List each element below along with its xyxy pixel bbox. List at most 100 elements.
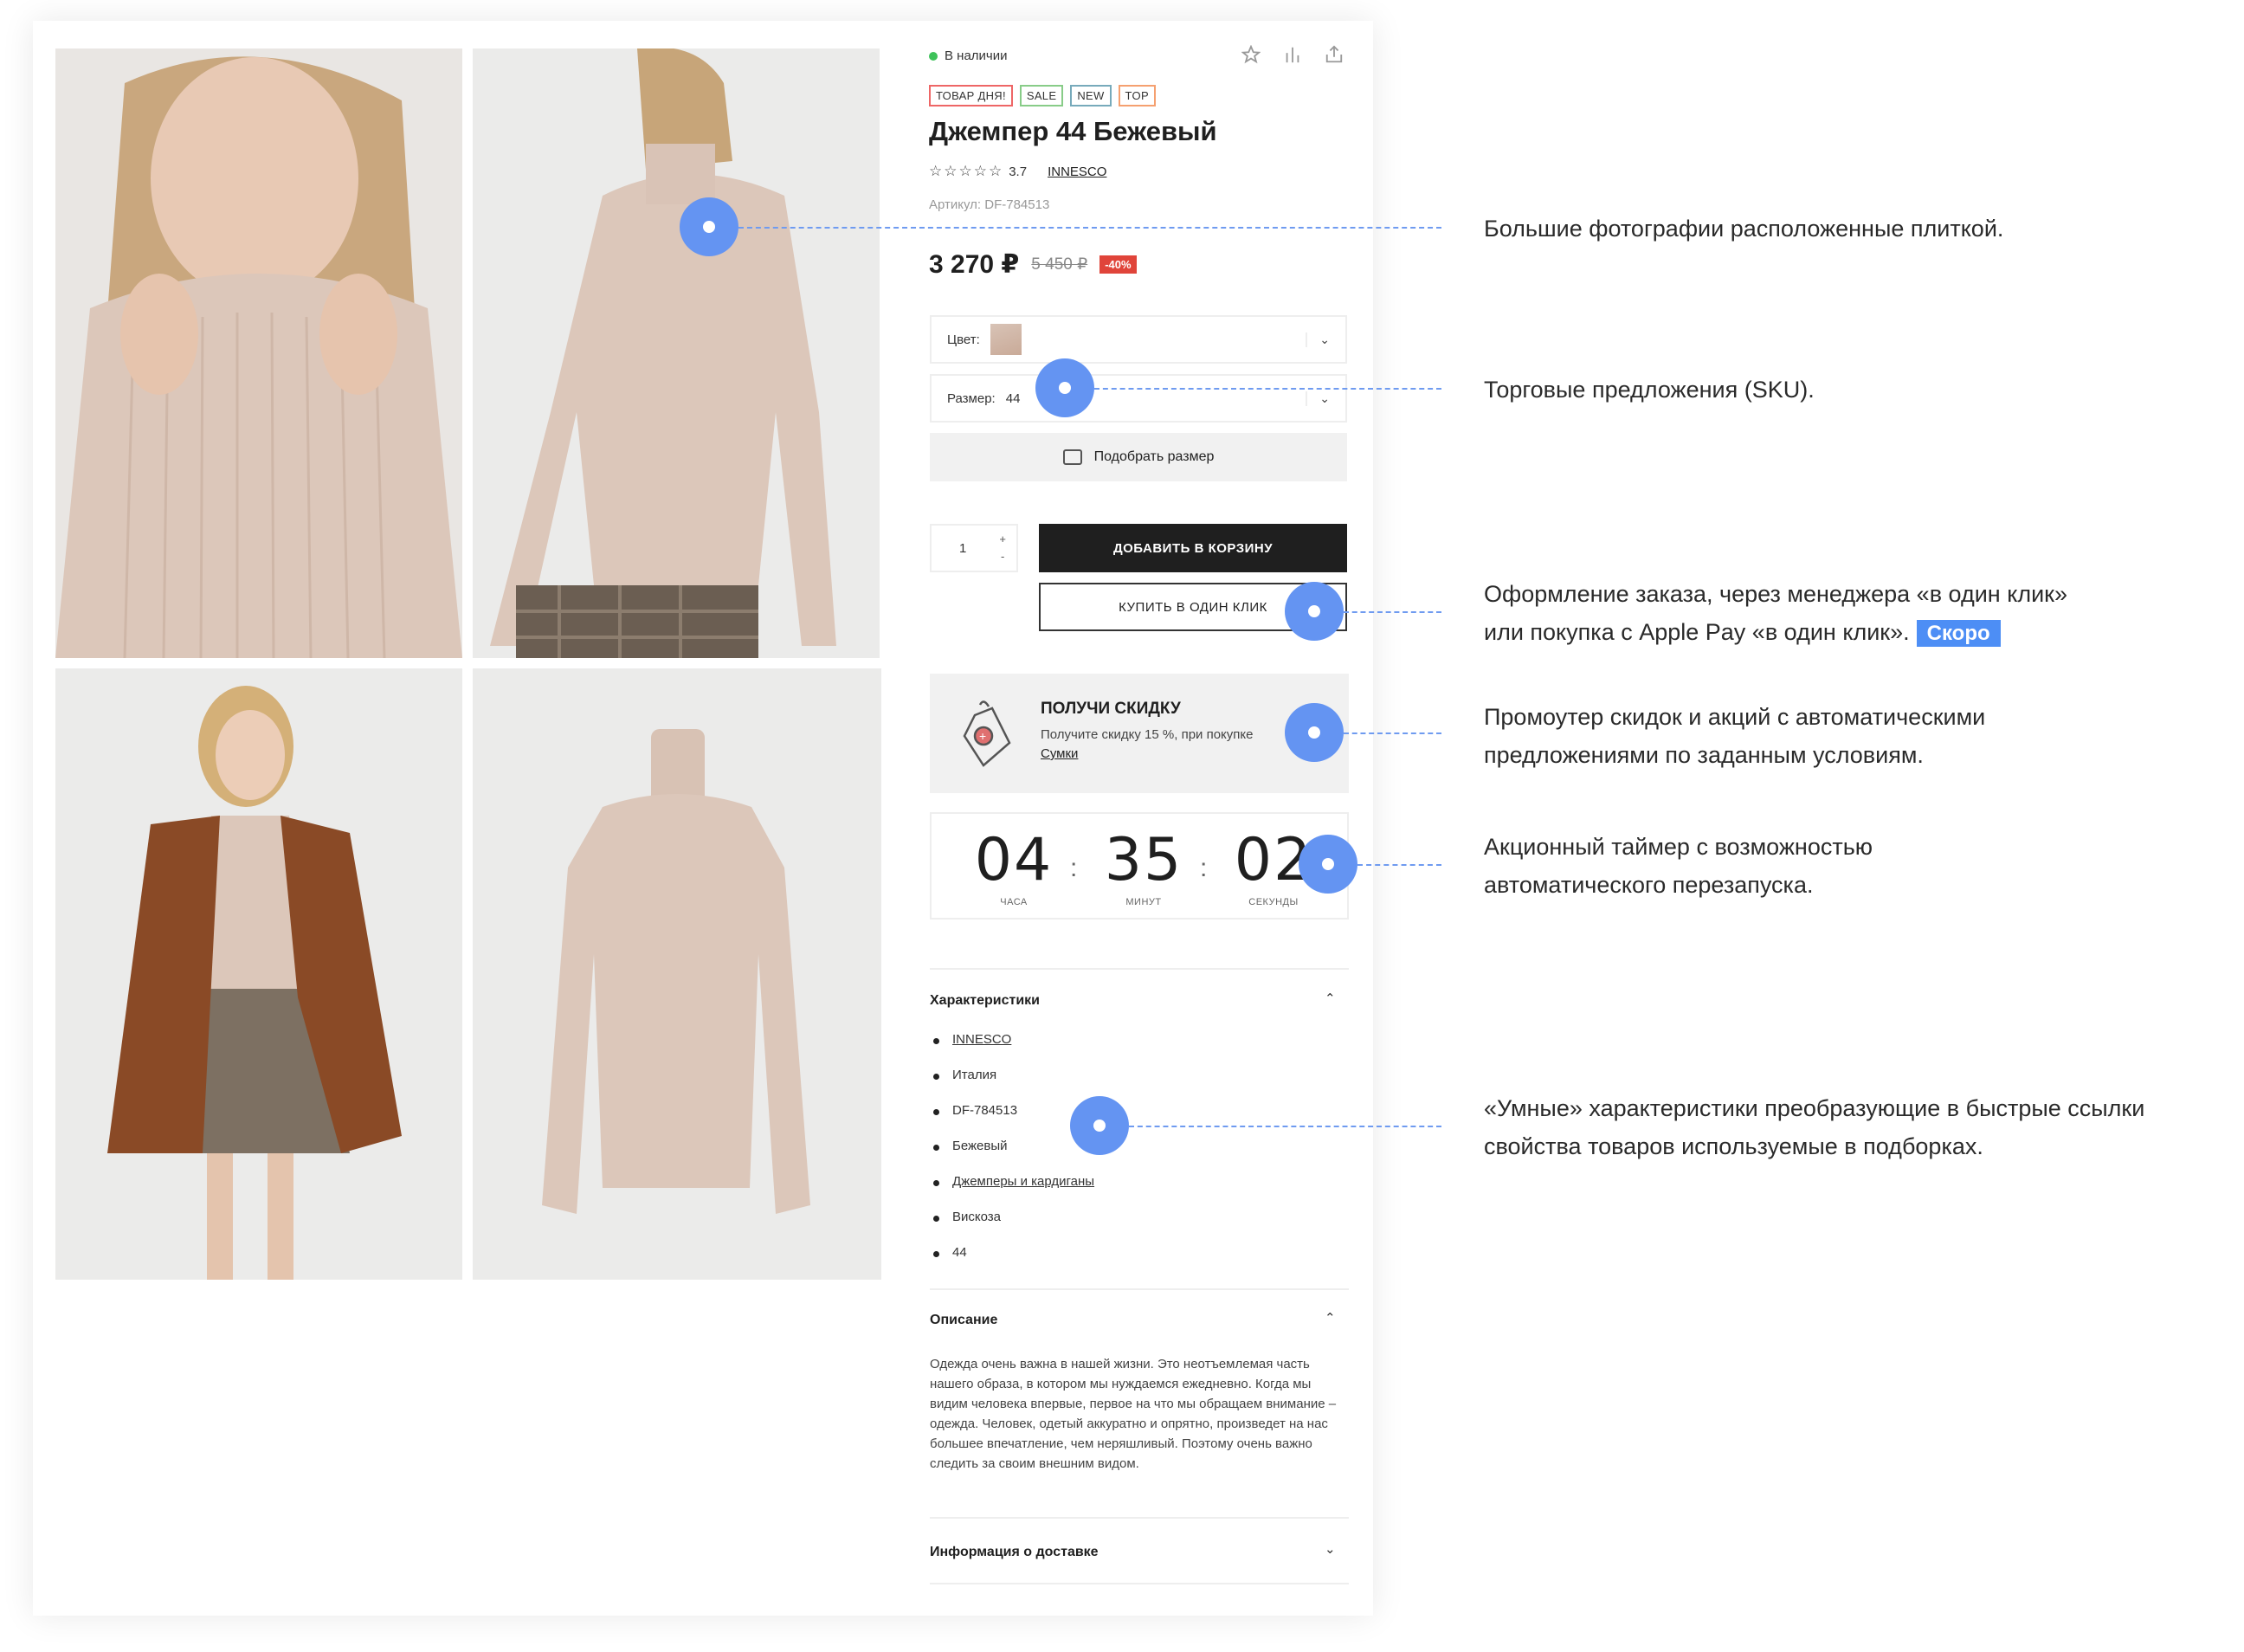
stock-status: В наличии [929, 48, 1008, 63]
timer-hours-value: 04 [974, 826, 1054, 894]
timer-hours-label: ЧАСА [1000, 897, 1028, 907]
chevron-down-icon: ⌄ [1306, 390, 1330, 406]
note-order-line2: или покупка с Apple Pay «в один клик». Ск… [1484, 613, 2067, 653]
current-price: 3 270 ₽ [929, 250, 1020, 279]
note-timer: Акционный таймер с возможностью автомати… [1484, 828, 1873, 904]
product-photo-4[interactable] [473, 668, 881, 1280]
annotation-hotspot [1285, 582, 1344, 641]
color-swatch [990, 324, 1022, 355]
note-order-line1: Оформление заказа, через менеджера «в од… [1484, 581, 2067, 607]
timer-seconds-label: СЕКУНДЫ [1248, 897, 1299, 907]
svg-text:+: + [979, 729, 986, 743]
spec-brand[interactable]: INNESCO [952, 1032, 1011, 1047]
promo-title: ПОЛУЧИ СКИДКУ [1041, 700, 1181, 718]
description-title[interactable]: Описание [930, 1313, 997, 1328]
badge-sale: SALE [1019, 85, 1064, 106]
delivery-title[interactable]: Информация о доставке [930, 1545, 1099, 1560]
brand-link[interactable]: INNESCO [1048, 165, 1106, 179]
spec-country: Италия [952, 1068, 997, 1082]
note-smart-line2: свойства товаров используемые в подборка… [1484, 1133, 1983, 1159]
annotation-connector [1094, 388, 1441, 390]
spec-article: DF-784513 [952, 1103, 1018, 1118]
chevron-down-icon: ⌄ [1306, 332, 1330, 347]
badge-deal: ТОВАР ДНЯ! [929, 85, 1013, 106]
annotation-connector [1344, 732, 1441, 734]
ruler-icon [1062, 449, 1082, 465]
badge-top: TOP [1118, 85, 1156, 106]
annotation-hotspot [1299, 835, 1357, 894]
spec-item: Италия [933, 1068, 1094, 1103]
timer-minutes: 35 МИНУТ [1096, 826, 1191, 908]
note-smart-line1: «Умные» характеристики преобразующие в б… [1484, 1095, 2145, 1121]
in-stock-dot [929, 51, 938, 61]
product-photo-3[interactable] [55, 668, 462, 1280]
share-icon[interactable] [1325, 45, 1344, 64]
annotation-hotspot [680, 197, 738, 256]
compare-icon[interactable] [1283, 45, 1302, 64]
chevron-up-icon[interactable]: ⌃ [1325, 991, 1336, 1006]
annotation-hotspot [1070, 1096, 1129, 1155]
size-select[interactable]: Размер: 44 ⌄ [930, 374, 1347, 423]
promo-text: Получите скидку 15 %, при покупке [1041, 727, 1254, 742]
rating-stars[interactable]: ☆☆☆☆☆ [929, 163, 1003, 180]
product-sku: Артикул: DF-784513 [929, 197, 1050, 212]
divider [930, 968, 1349, 970]
color-select[interactable]: Цвет: ⌄ [930, 315, 1347, 364]
note-order-line2-text: или покупка с Apple Pay «в один клик». [1484, 619, 1910, 645]
annotation-hotspot [1035, 358, 1094, 417]
description-text: Одежда очень важна в нашей жизни. Это не… [930, 1357, 1337, 1471]
chevron-up-icon[interactable]: ⌃ [1325, 1310, 1336, 1326]
quantity-value: 1 [959, 540, 967, 556]
spec-material: Вискоза [952, 1210, 1002, 1224]
note-promo: Промоутер скидок и акций с автоматически… [1484, 698, 1985, 774]
size-label: Размер: [947, 390, 996, 406]
product-title: Джемпер 44 Бежевый [929, 116, 1217, 146]
spec-item: Бежевый [933, 1139, 1094, 1174]
spec-item: Вискоза [933, 1210, 1094, 1245]
promo-link[interactable]: Сумки [1041, 746, 1078, 761]
size-value: 44 [1005, 390, 1021, 406]
annotation-connector [1357, 864, 1441, 866]
old-price: 5 450 ₽ [1031, 255, 1088, 274]
annotation-connector [1344, 611, 1441, 613]
divider [930, 1583, 1349, 1584]
note-photos: Большие фотографии расположенные плиткой… [1484, 216, 2004, 242]
spec-item[interactable]: INNESCO [933, 1032, 1094, 1068]
specs-list: INNESCO Италия DF-784513 Бежевый Джемпер… [933, 1032, 1094, 1281]
size-picker-button[interactable]: Подобрать размер [930, 433, 1347, 481]
product-photo-2[interactable] [473, 48, 880, 658]
divider [930, 1517, 1349, 1519]
chevron-down-icon[interactable]: ⌄ [1325, 1541, 1336, 1557]
annotation-hotspot [1285, 703, 1344, 762]
star-icon[interactable] [1241, 44, 1261, 64]
badge-new: NEW [1070, 85, 1112, 106]
spec-size: 44 [952, 1245, 967, 1260]
note-timer-line1: Акционный таймер с возможностью [1484, 834, 1873, 860]
promo-timer: 04 ЧАСА : 35 МИНУТ : 02 СЕКУНДЫ [930, 812, 1349, 920]
product-photo-1[interactable] [55, 48, 462, 658]
badges: ТОВАР ДНЯ! SALE NEW TOP [929, 85, 1156, 106]
annotation-connector [738, 227, 1441, 229]
note-promo-line1: Промоутер скидок и акций с автоматически… [1484, 704, 1986, 730]
quantity-buttons[interactable]: + - [999, 531, 1006, 565]
color-label: Цвет: [947, 332, 980, 347]
quantity-stepper[interactable]: 1 + - [930, 524, 1018, 572]
note-order: Оформление заказа, через менеджера «в од… [1484, 575, 2067, 653]
note-promo-line2: предложениями по заданным условиям. [1484, 742, 1924, 768]
product-actions [1241, 44, 1344, 64]
timer-separator: : [1070, 854, 1078, 882]
spec-item: 44 [933, 1245, 1094, 1281]
price-block: 3 270 ₽ 5 450 ₽ -40% [929, 249, 1137, 280]
specs-title[interactable]: Характеристики [930, 993, 1040, 1009]
size-picker-label: Подобрать размер [1093, 449, 1215, 464]
timer-minutes-value: 35 [1104, 826, 1183, 894]
spec-category[interactable]: Джемперы и кардиганы [952, 1174, 1094, 1189]
note-timer-line2: автоматического перезапуска. [1484, 872, 1814, 898]
discount-badge: -40% [1099, 255, 1137, 274]
rating: ☆☆☆☆☆ 3.7 INNESCO [929, 163, 1106, 180]
timer-hours: 04 ЧАСА [966, 826, 1061, 908]
timer-minutes-label: МИНУТ [1125, 897, 1162, 907]
annotation-connector [1129, 1126, 1441, 1127]
add-to-cart-button[interactable]: ДОБАВИТЬ В КОРЗИНУ [1039, 524, 1347, 572]
spec-item[interactable]: Джемперы и кардиганы [933, 1174, 1094, 1210]
